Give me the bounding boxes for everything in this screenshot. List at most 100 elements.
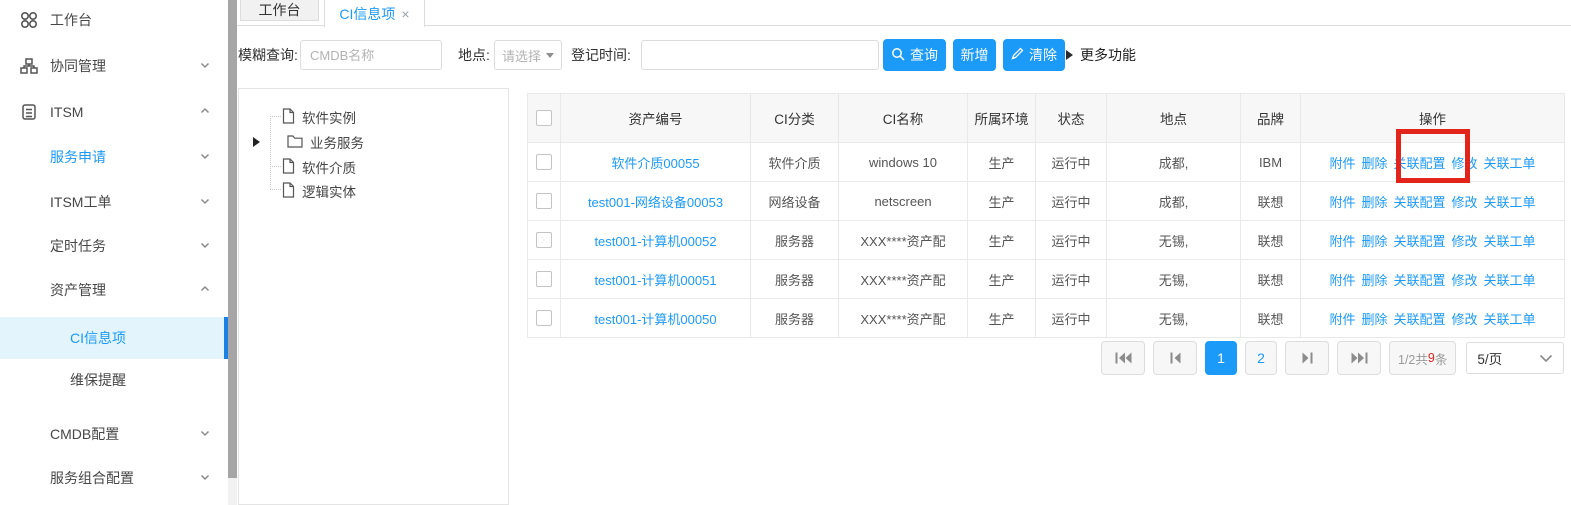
asset-no-link[interactable]: test001-计算机00050 <box>594 312 716 327</box>
sidebar-item-scheduled-tasks[interactable]: 定时任务 <box>0 230 228 262</box>
next-page-button[interactable] <box>1285 341 1329 375</box>
tree-node-business-service[interactable]: 业务服务 <box>253 132 364 152</box>
action-attachment[interactable]: 附件 <box>1329 312 1355 327</box>
sidebar-item-asset-mgmt[interactable]: 资产管理 <box>0 274 228 306</box>
action-related-ticket[interactable]: 关联工单 <box>1484 156 1536 171</box>
sidebar-item-label: 维保提醒 <box>70 370 228 390</box>
row-checkbox[interactable] <box>536 232 552 248</box>
asset-no-link[interactable]: test001-计算机00052 <box>594 234 716 249</box>
caret-down-icon <box>546 53 554 58</box>
row-checkbox[interactable] <box>536 154 552 170</box>
location-label: 地点: <box>458 40 490 70</box>
action-delete[interactable]: 删除 <box>1361 312 1387 327</box>
asset-no-link[interactable]: test001-网络设备00053 <box>588 195 723 210</box>
row-checkbox[interactable] <box>536 310 552 326</box>
sidebar-item-service-combo-config[interactable]: 服务组合配置 <box>0 462 228 494</box>
row-checkbox[interactable] <box>536 271 552 287</box>
col-header-ci-type: CI分类 <box>751 94 839 143</box>
clear-button[interactable]: 清除 <box>1003 39 1065 71</box>
sidebar-item-label: 工作台 <box>50 10 228 30</box>
action-attachment[interactable]: 附件 <box>1329 273 1355 288</box>
chevron-up-icon <box>199 282 211 298</box>
action-modify[interactable]: 修改 <box>1452 273 1478 288</box>
action-delete[interactable]: 删除 <box>1361 234 1387 249</box>
action-attachment[interactable]: 附件 <box>1329 195 1355 210</box>
document-list-icon <box>19 102 39 122</box>
sidebar-item-maintenance-reminder[interactable]: 维保提醒 <box>0 364 228 396</box>
last-page-icon <box>1351 352 1368 364</box>
tree-node-software-instance[interactable]: 软件实例 <box>281 107 356 127</box>
select-all-checkbox[interactable] <box>536 110 552 126</box>
action-delete[interactable]: 删除 <box>1361 195 1387 210</box>
asset-no-link[interactable]: test001-计算机00051 <box>594 273 716 288</box>
col-header-ci-name: CI名称 <box>839 94 968 143</box>
action-related-ticket[interactable]: 关联工单 <box>1484 234 1536 249</box>
last-page-button[interactable] <box>1337 341 1381 375</box>
action-attachment[interactable]: 附件 <box>1329 234 1355 249</box>
action-related-config[interactable]: 关联配置 <box>1393 234 1445 249</box>
sidebar-item-label: CMDB配置 <box>50 424 199 444</box>
action-modify[interactable]: 修改 <box>1452 234 1478 249</box>
action-delete[interactable]: 删除 <box>1361 156 1387 171</box>
action-related-config[interactable]: 关联配置 <box>1393 195 1445 210</box>
sidebar-item-service-request[interactable]: 服务申请 <box>0 141 228 173</box>
tree-connector <box>270 116 271 189</box>
chevron-down-icon <box>199 238 211 254</box>
tab-label: 工作台 <box>259 0 301 20</box>
sidebar: 工作台 协同管理 ITSM 服务申请 ITSM工单 <box>0 0 228 505</box>
sidebar-item-cmdb-config[interactable]: CMDB配置 <box>0 418 228 450</box>
tree-node-logical-entity[interactable]: 逻辑实体 <box>281 181 356 201</box>
asset-no-link[interactable]: 软件介质00055 <box>611 156 699 171</box>
tree-node-label: 逻辑实体 <box>302 181 356 201</box>
page-number-1[interactable]: 1 <box>1205 341 1237 375</box>
first-page-button[interactable] <box>1101 341 1145 375</box>
file-icon <box>281 182 295 201</box>
expander-triangle-icon[interactable] <box>253 137 260 147</box>
prev-page-button[interactable] <box>1153 341 1197 375</box>
page-size-select[interactable]: 5/页 <box>1466 342 1564 374</box>
action-modify[interactable]: 修改 <box>1452 312 1478 327</box>
tab-bar: 工作台 CI信息项 × <box>237 0 1571 26</box>
action-delete[interactable]: 删除 <box>1361 273 1387 288</box>
page-size-value: 5/页 <box>1477 348 1502 368</box>
col-header-asset-no: 资产编号 <box>561 94 751 143</box>
sidebar-scrollbar[interactable] <box>228 0 237 505</box>
sidebar-item-label: 定时任务 <box>50 236 199 256</box>
add-button[interactable]: 新增 <box>953 39 996 71</box>
table-row: test001-计算机00051 服务器 XXX****资产配 生产 运行中 无… <box>528 260 1565 299</box>
row-checkbox[interactable] <box>536 193 552 209</box>
tab-workbench[interactable]: 工作台 <box>240 0 319 21</box>
tree-node-label: 业务服务 <box>310 132 364 152</box>
action-modify[interactable]: 修改 <box>1452 195 1478 210</box>
col-header-env: 所属环境 <box>968 94 1036 143</box>
action-related-ticket[interactable]: 关联工单 <box>1484 312 1536 327</box>
action-attachment[interactable]: 附件 <box>1329 156 1355 171</box>
fuzzy-query-input[interactable] <box>300 40 442 70</box>
sidebar-item-itsm-tickets[interactable]: ITSM工单 <box>0 186 228 218</box>
page-number-2[interactable]: 2 <box>1245 341 1277 375</box>
register-date-input[interactable] <box>641 40 879 70</box>
tree-node-software-media[interactable]: 软件介质 <box>281 157 356 177</box>
search-icon <box>891 47 905 64</box>
action-related-ticket[interactable]: 关联工单 <box>1484 273 1536 288</box>
prev-page-icon <box>1170 352 1181 364</box>
close-icon[interactable]: × <box>401 7 409 21</box>
sidebar-item-collab-mgmt[interactable]: 协同管理 <box>0 50 228 82</box>
sidebar-item-ci-items[interactable]: CI信息项 <box>0 317 228 359</box>
action-related-config[interactable]: 关联配置 <box>1393 312 1445 327</box>
search-button[interactable]: 查询 <box>883 39 946 71</box>
col-header-status: 状态 <box>1036 94 1107 143</box>
more-functions-button[interactable]: 更多功能 <box>1066 39 1136 71</box>
ci-category-tree: 软件实例 业务服务 软件介质 逻辑实体 <box>238 88 509 505</box>
tab-ci-items[interactable]: CI信息项 × <box>324 0 425 27</box>
scrollbar-thumb[interactable] <box>228 0 237 478</box>
register-date-label: 登记时间: <box>571 40 631 70</box>
chevron-down-icon <box>199 470 211 486</box>
sidebar-item-itsm[interactable]: ITSM <box>0 96 228 128</box>
col-header-location: 地点 <box>1107 94 1241 143</box>
action-related-config[interactable]: 关联配置 <box>1393 273 1445 288</box>
location-select[interactable]: 请选择 <box>494 40 562 70</box>
sidebar-item-workbench[interactable]: 工作台 <box>0 4 228 36</box>
action-related-ticket[interactable]: 关联工单 <box>1484 195 1536 210</box>
table-row: test001-计算机00052 服务器 XXX****资产配 生产 运行中 无… <box>528 221 1565 260</box>
